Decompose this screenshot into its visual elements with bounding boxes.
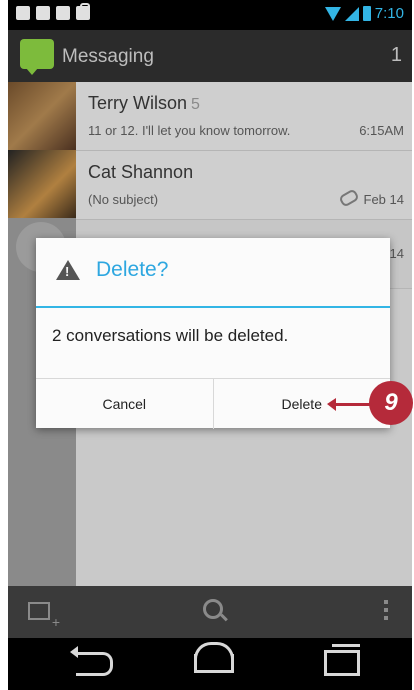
- overflow-menu-icon[interactable]: [384, 600, 388, 604]
- back-icon[interactable]: [70, 646, 113, 676]
- delete-dialog: Delete? 2 conversations will be deleted.…: [36, 238, 390, 429]
- home-icon[interactable]: [194, 642, 234, 673]
- message-snippet: 11 or 12. I'll let you know tomorrow.: [88, 123, 291, 138]
- warning-icon: [56, 260, 80, 280]
- contact-photo[interactable]: [8, 82, 76, 150]
- compose-icon[interactable]: [28, 602, 60, 630]
- wifi-icon: [324, 6, 341, 21]
- messaging-app-icon[interactable]: [20, 39, 54, 75]
- status-bar: 7:10: [8, 0, 412, 30]
- bottom-action-bar: [8, 586, 412, 638]
- contact-name: Cat Shannon: [88, 162, 194, 182]
- dialog-message: 2 conversations will be deleted.: [52, 326, 289, 345]
- message-snippet: (No subject): [88, 192, 159, 207]
- contact-name: Terry Wilson: [88, 93, 188, 113]
- list-item[interactable]: Terry Wilson 5 11 or 12. I'll let you kno…: [76, 82, 412, 151]
- recent-apps-icon[interactable]: [324, 644, 360, 676]
- voicemail-icon: [36, 6, 50, 20]
- cancel-button[interactable]: Cancel: [36, 379, 213, 429]
- message-time: 14: [389, 246, 404, 261]
- photo-icon: [56, 6, 70, 20]
- contact-photo[interactable]: [8, 150, 76, 218]
- selected-count: 1: [390, 44, 402, 66]
- signal-icon: [344, 6, 359, 21]
- status-time: 7:10: [374, 5, 404, 22]
- message-count: 5: [191, 96, 200, 113]
- battery-icon: [362, 6, 371, 21]
- message-time: Feb 14: [363, 192, 404, 207]
- app-title: Messaging: [62, 46, 154, 67]
- navigation-bar: [8, 638, 412, 690]
- search-icon[interactable]: [203, 599, 223, 619]
- mail-icon: [16, 6, 30, 20]
- action-bar: Messaging 1: [8, 30, 412, 82]
- dialog-header: Delete?: [36, 238, 390, 306]
- message-time: 6:15AM: [359, 123, 404, 138]
- list-item[interactable]: Cat Shannon (No subject) Feb 14: [76, 151, 412, 220]
- step-callout: 9: [369, 381, 413, 425]
- dialog-title: Delete?: [96, 258, 169, 281]
- shopping-bag-icon: [76, 3, 90, 20]
- dialog-divider: [36, 306, 390, 308]
- attachment-icon: [337, 188, 360, 208]
